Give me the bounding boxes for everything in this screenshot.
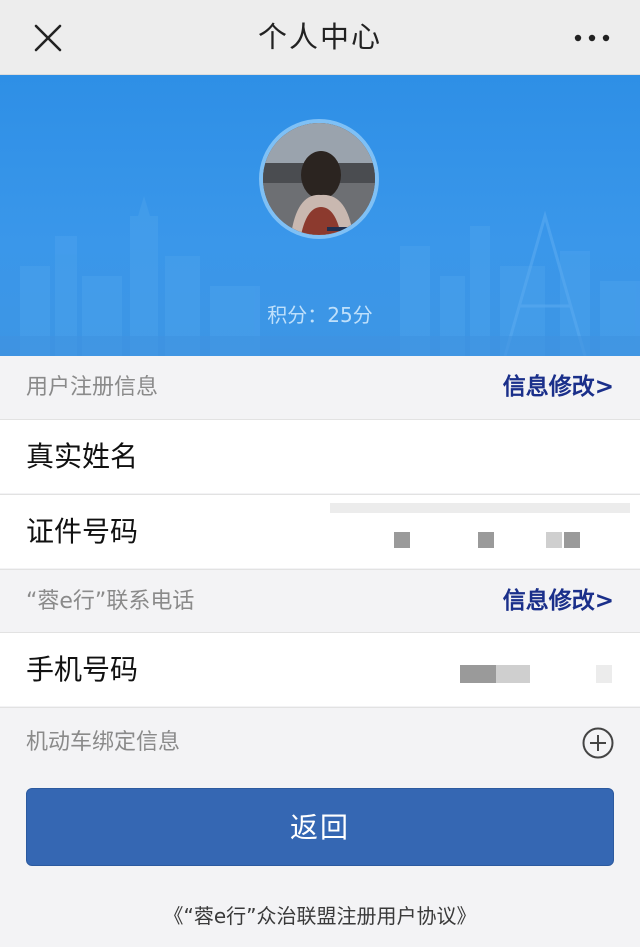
phone-number-row[interactable]: 手机号码 [0, 632, 640, 706]
agreement-link[interactable]: 《“蓉e行”众治联盟注册用户协议》 [0, 900, 640, 929]
back-button[interactable]: 返回 [26, 788, 614, 866]
redacted-mask [478, 532, 494, 548]
section-vehicle-header: 机动车绑定信息 [0, 707, 640, 777]
redacted-mask [596, 665, 612, 683]
redacted-mask [564, 532, 580, 548]
section-vehicle-label: 机动车绑定信息 [26, 730, 181, 755]
redacted-mask [546, 532, 562, 548]
redacted-mask [460, 665, 496, 683]
section-registration-header: 用户注册信息 信息修改> [0, 356, 640, 419]
points-label: 积分：25分 [267, 303, 373, 327]
section-phone-label: “蓉e行”联系电话 [26, 589, 195, 614]
edit-registration-link[interactable]: 信息修改> [503, 356, 614, 419]
more-icon[interactable] [570, 20, 614, 56]
plus-circle-icon[interactable] [582, 727, 614, 759]
top-navbar: 个人中心 [0, 0, 640, 75]
section-phone-header: “蓉e行”联系电话 信息修改> [0, 569, 640, 632]
redacted-mask [496, 665, 530, 683]
avatar[interactable] [259, 119, 379, 239]
real-name-label: 真实姓名 [26, 440, 139, 473]
id-number-row[interactable]: 证件号码 [0, 494, 640, 568]
real-name-row[interactable]: 真实姓名 [0, 419, 640, 493]
section-registration-label: 用户注册信息 [26, 375, 159, 400]
page-title: 个人中心 [257, 20, 382, 54]
id-number-label: 证件号码 [26, 515, 139, 548]
phone-number-label: 手机号码 [26, 653, 139, 686]
avatar-photo [263, 123, 375, 235]
profile-banner: 积分：25分 [0, 75, 640, 356]
redacted-blur [330, 503, 630, 513]
redacted-mask [394, 532, 410, 548]
edit-phone-link[interactable]: 信息修改> [503, 570, 614, 633]
